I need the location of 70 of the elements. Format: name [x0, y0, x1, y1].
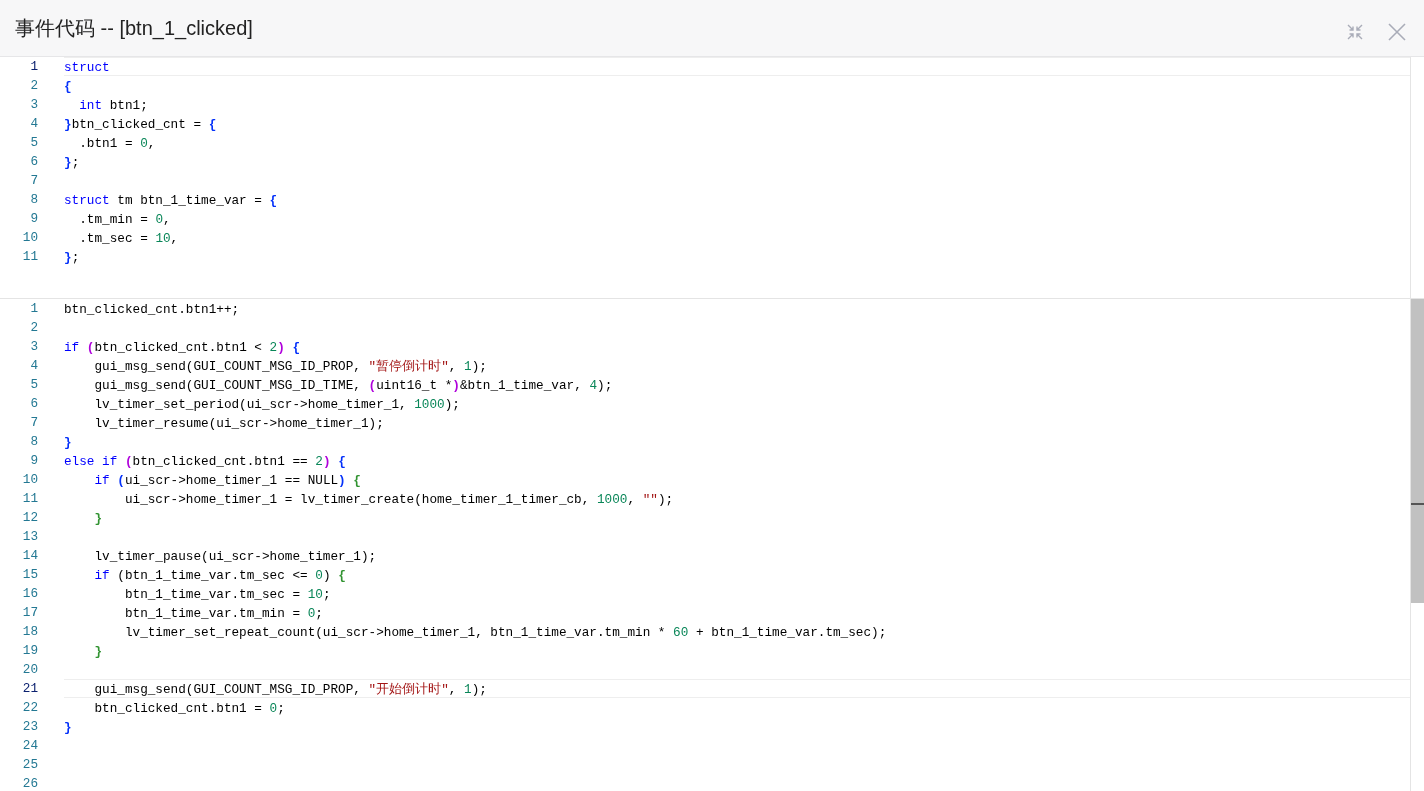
scrollbar-thumb[interactable] [1411, 299, 1424, 603]
line-number: 23 [21, 718, 38, 736]
code-line: if (btn_1_time_var.tm_sec <= 0) { [93, 567, 347, 584]
line-number: 10 [21, 471, 38, 489]
line-number: 11 [21, 490, 38, 508]
code-line: gui_msg_send(GUI_COUNT_MSG_ID_TIME, (uint16_t *)&btn_1_time_var, 4); [93, 377, 614, 394]
code-line: lv_timer_pause(ui_scr->home_timer_1); [93, 548, 378, 565]
line-number: 5 [29, 134, 38, 152]
code-line: if (btn_clicked_cnt.btn1 < 2) { [64, 339, 302, 356]
line-number: 14 [21, 547, 38, 565]
code-line: else if (btn_clicked_cnt.btn1 == 2) { [64, 453, 347, 470]
line-number: 8 [29, 191, 38, 209]
line-number: 4 [29, 115, 38, 133]
line-number: 2 [29, 319, 38, 337]
line-number: 8 [29, 433, 38, 451]
code-line: lv_timer_set_period(ui_scr->home_timer_1, 1000); [93, 396, 461, 413]
code-editor[interactable]: 1 struct 2 { 3 int btn1; 4 }btn_clicked_cnt = { 5 .btn1 = 0, 6 }; 7 8 struct tm btn_1_time_var = { 9 .tm_min = 0, 10 .tm_sec = 10, 11 }; [0, 57, 1424, 299]
line-number: 6 [29, 153, 38, 171]
line-number: 5 [29, 376, 38, 394]
line-number: 25 [21, 756, 38, 774]
current-code-line: gui_msg_send(GUI_COUNT_MSG_ID_PROP, "开始倒计时", 1); [64, 679, 1410, 698]
code-line: } [93, 643, 104, 660]
code-line: lv_timer_set_repeat_count(ui_scr->home_timer_1, btn_1_time_var.tm_min * 60 + btn_1_time_var.tm_sec); [123, 624, 888, 641]
line-number: 3 [29, 338, 38, 356]
code-line: btn_1_time_var.tm_sec = 10; [123, 586, 332, 603]
code-line: .tm_min = 0, [78, 211, 172, 228]
line-number: 26 [21, 775, 38, 791]
line-number: 9 [29, 210, 38, 228]
line-number: 15 [21, 566, 38, 584]
code-line: } [64, 434, 73, 451]
code-line: } [93, 510, 104, 527]
line-number: 22 [21, 699, 38, 717]
code-line: int btn1; [78, 97, 149, 114]
line-number: 6 [29, 395, 38, 413]
line-number: 9 [29, 452, 38, 470]
line-number: 21 [21, 680, 38, 698]
line-number: 7 [29, 414, 38, 432]
code-line: lv_timer_resume(ui_scr->home_timer_1); [93, 415, 385, 432]
line-number: 1 [29, 300, 38, 318]
code-line: if (ui_scr->home_timer_1 == NULL) { [93, 472, 362, 489]
code-line: btn_clicked_cnt.btn1++; [64, 301, 241, 318]
line-number: 13 [21, 528, 38, 546]
line-number: 1 [29, 58, 38, 76]
line-number: 10 [21, 229, 38, 247]
code-line: }; [64, 154, 81, 171]
line-number: 12 [21, 509, 38, 527]
line-number: 7 [29, 172, 38, 190]
line-number: 11 [21, 248, 38, 266]
current-code-line: struct [64, 57, 1410, 76]
line-number: 16 [21, 585, 38, 603]
code-line: ui_scr->home_timer_1 = lv_timer_create(home_timer_1_timer_cb, 1000, ""); [123, 491, 675, 508]
line-number: 4 [29, 357, 38, 375]
code-line: }btn_clicked_cnt = { [64, 116, 218, 133]
code-line: } [64, 719, 73, 736]
code-line: btn_clicked_cnt.btn1 = 0; [93, 700, 286, 717]
dialog-title: 事件代码 -- [btn_1_clicked] [15, 16, 253, 40]
line-number: 20 [21, 661, 38, 679]
line-number: 18 [21, 623, 38, 641]
code-line: }; [64, 249, 81, 266]
code-line: btn_1_time_var.tm_min = 0; [123, 605, 324, 622]
code-line: struct tm btn_1_time_var = { [64, 192, 279, 209]
code-line: .tm_sec = 10, [78, 230, 180, 247]
line-number: 24 [21, 737, 38, 755]
line-number: 3 [29, 96, 38, 114]
line-number: 19 [21, 642, 38, 660]
code-line: .btn1 = 0, [78, 135, 157, 152]
code-line: gui_msg_send(GUI_COUNT_MSG_ID_PROP, "暂停倒计时", 1); [93, 358, 488, 375]
line-number: 2 [29, 77, 38, 95]
line-number: 17 [21, 604, 38, 622]
code-line: { [64, 78, 73, 95]
